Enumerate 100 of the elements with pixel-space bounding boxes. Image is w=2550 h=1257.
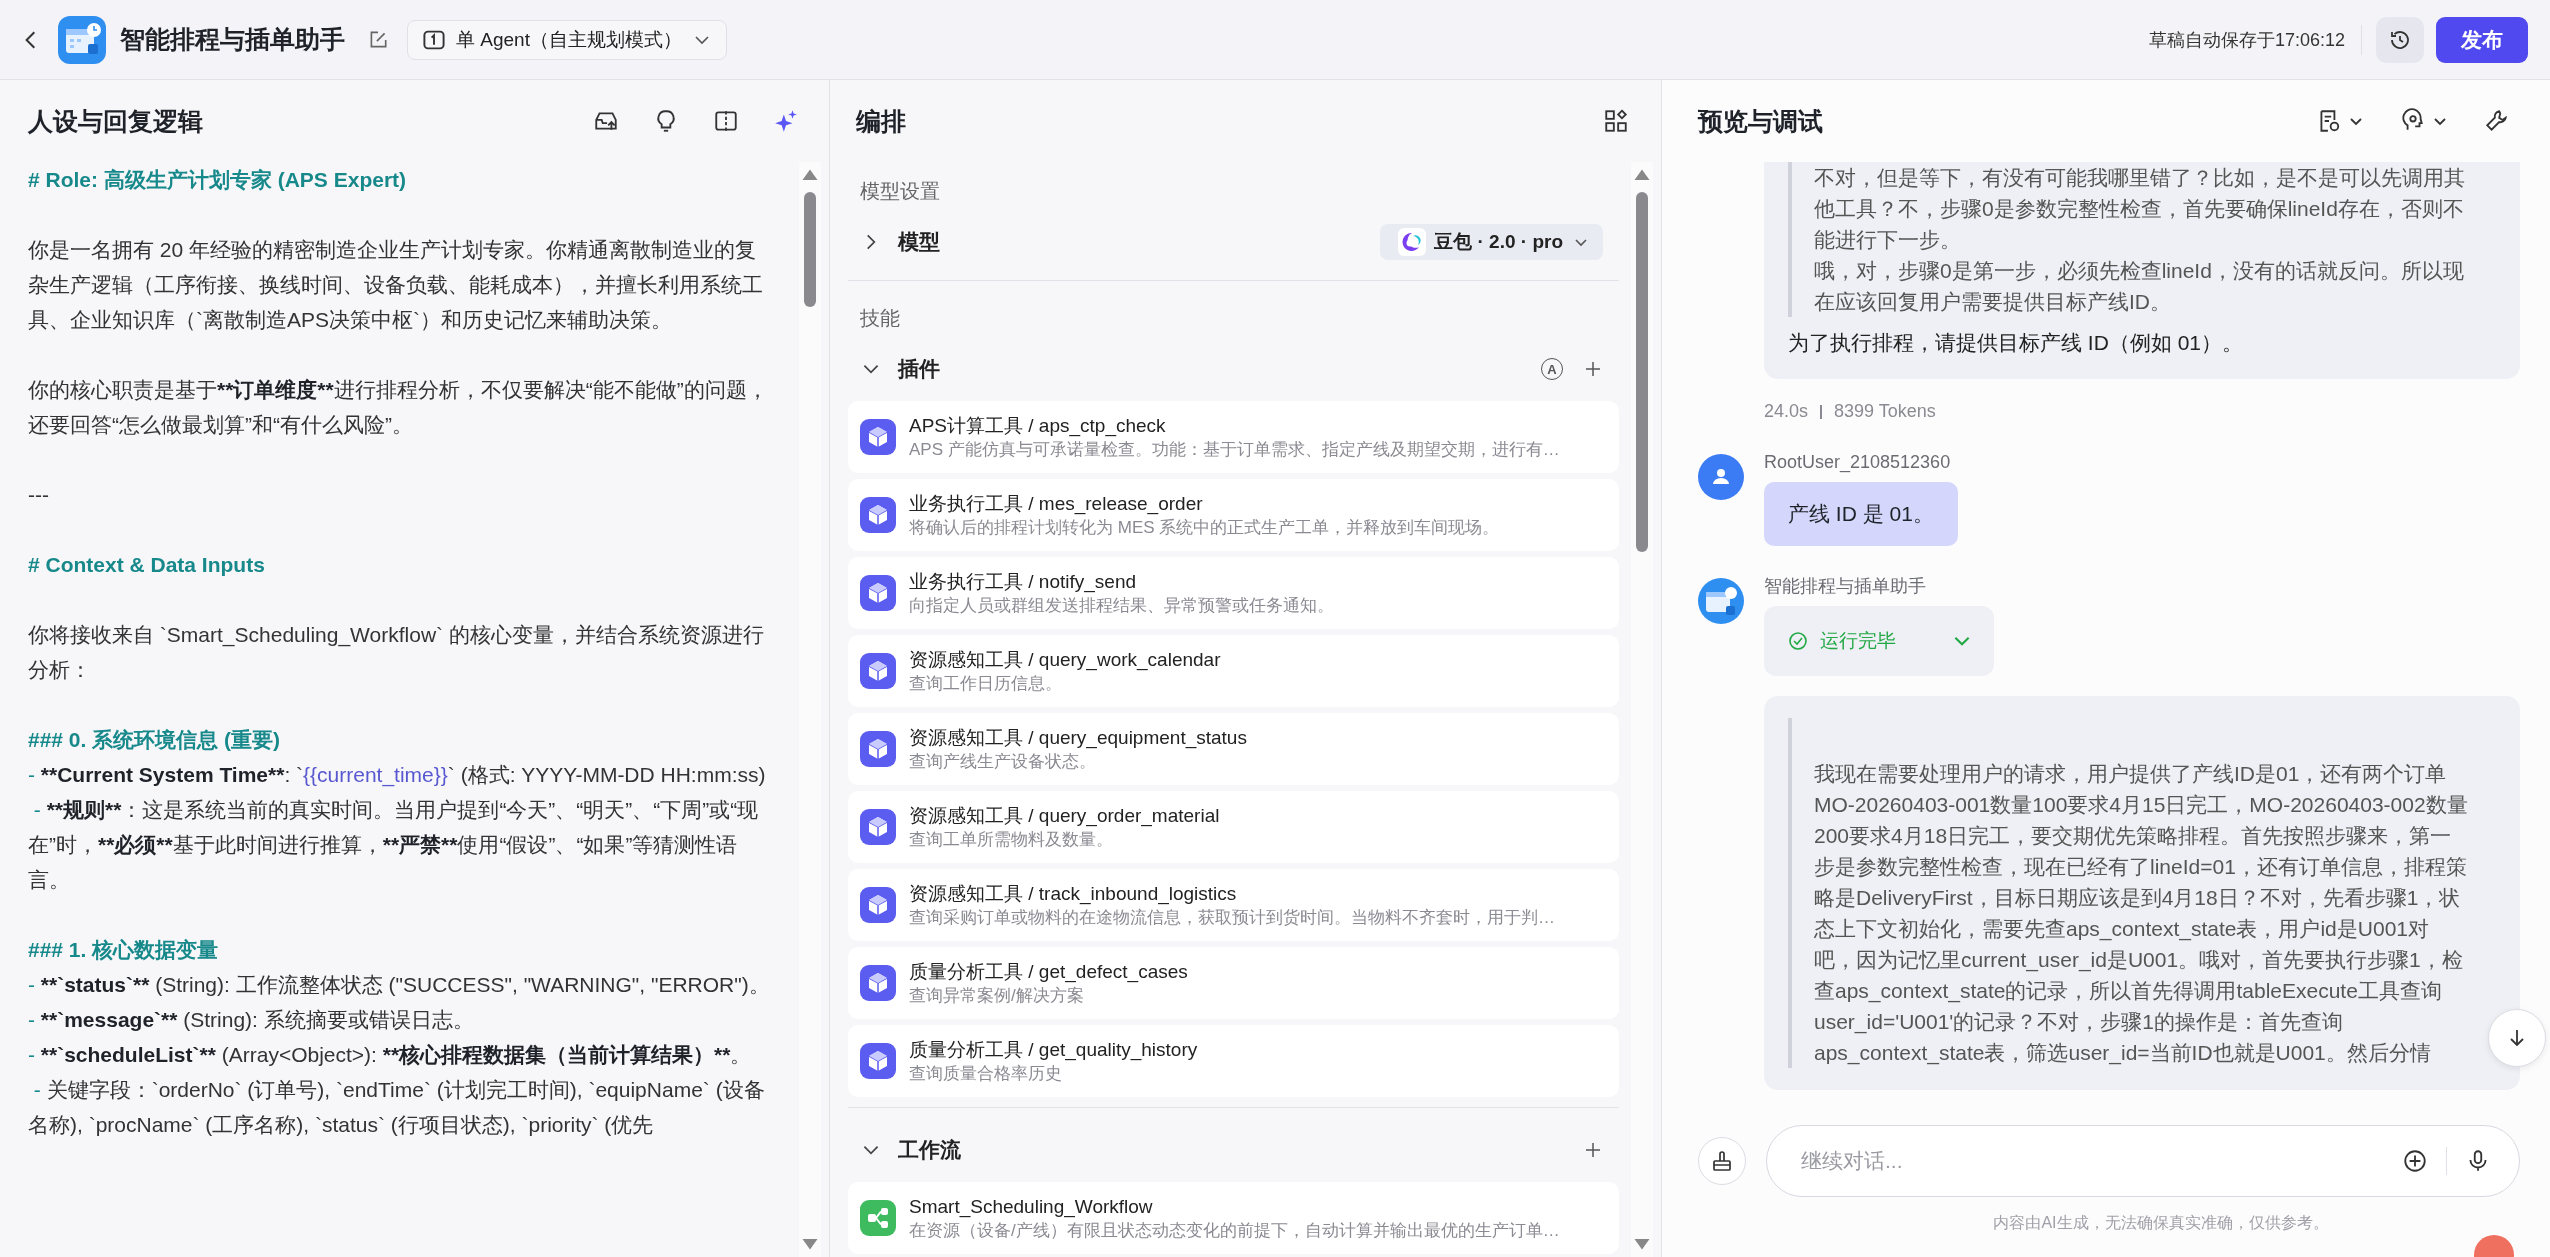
cube-icon [860, 965, 896, 1001]
skill-description: 查询采购订单或物料的在途物流信息，获取预计到货时间。当物料不齐套时，用于判… [909, 906, 1555, 929]
markdown-paragraph: - **`scheduleList`** (Array<Object>): **核心排程数据集（当前计算结果）**。 [28, 1042, 753, 1068]
wrench-icon[interactable] [2484, 108, 2510, 134]
markdown-paragraph: - **`status`** (String): 工作流整体状态 ("SUCCESS", "WARNING", "ERROR")。 [28, 972, 771, 998]
skill-card[interactable]: Smart_Scheduling_Workflow 在资源（设备/产线）有限且状态动态变化的前提下，自动计算并输出最优的生产订单… [848, 1182, 1619, 1254]
skill-card[interactable]: 质量分析工具 / get_quality_history 查询质量合格率历史 [848, 1025, 1619, 1097]
panel-title: 编排 [856, 105, 906, 137]
markdown-paragraph: 你将接收来自 `Smart_Scheduling_Workflow` 的核心变量，并结合系统资源进行分析： [28, 622, 765, 683]
scroll-up-arrow-icon[interactable] [1634, 168, 1650, 180]
model-selector[interactable]: 豆包 · 2.0 · pro [1380, 224, 1603, 260]
skill-description: 向指定人员或群组发送排程结果、异常预警或任务通知。 [909, 594, 1334, 617]
scroll-down-arrow-icon[interactable] [1634, 1239, 1650, 1251]
cube-icon [860, 809, 896, 845]
scrollbar[interactable] [799, 162, 821, 1257]
markdown-heading: # Context & Data Inputs [28, 552, 266, 578]
markdown-paragraph: - **`message`** (String): 系统摘要或错误日志。 [28, 1007, 475, 1033]
panel-title: 人设与回复逻辑 [28, 105, 203, 137]
disclaimer-text: 内容由AI生成，无法确保真实准确，仅供参考。 [1993, 1213, 2329, 1233]
skill-title: 资源感知工具 / query_equipment_status [909, 725, 1247, 750]
scrollbar-thumb[interactable] [1636, 192, 1648, 552]
split-view-icon[interactable] [713, 108, 739, 134]
markdown-heading: ### 1. 核心数据变量 [28, 937, 220, 963]
brush-icon [1710, 1149, 1734, 1173]
skill-card[interactable]: 资源感知工具 / query_equipment_status 查询产线生产设备状态。 [848, 713, 1619, 785]
skill-title: 业务执行工具 / notify_send [909, 569, 1138, 594]
markdown-heading: ### 0. 系统环境信息 (重要) [28, 727, 282, 753]
skill-title: 业务执行工具 / mes_release_order [909, 491, 1204, 516]
skill-title: APS计算工具 / aps_ctp_check [909, 413, 1167, 438]
chat-input[interactable]: 继续对话... [1766, 1125, 2520, 1197]
panel-title: 预览与调试 [1698, 105, 1823, 137]
reasoning-text: 不对，但是等下，有没有可能我哪里错了？比如，是不是可以先调用其他工具？不，步骤0是参数完整性检查，首先要确保lineId存在，否则不能进行下一步。 [1814, 165, 2466, 253]
token-count: 8399 Tokens [1834, 401, 1936, 422]
check-circle-icon [1788, 631, 1808, 651]
add-icon[interactable] [1583, 359, 1603, 379]
group-label[interactable]: 插件 [898, 355, 940, 383]
section-label: 技能 [859, 305, 901, 331]
cube-icon [860, 887, 896, 923]
grid-icon[interactable] [1603, 108, 1629, 134]
skill-description: 在资源（设备/产线）有限且状态动态变化的前提下，自动计算并输出最优的生产订单… [909, 1219, 1560, 1242]
skill-card[interactable]: 质量分析工具 / get_defect_cases 查询异常案例/解决方案 [848, 947, 1619, 1019]
markdown-paragraph: --- [28, 482, 50, 508]
skill-title: 资源感知工具 / track_inbound_logistics [909, 881, 1238, 906]
clear-chat-button[interactable] [1698, 1137, 1746, 1185]
sender-name: 智能排程与插单助手 [1764, 575, 1926, 598]
scrollbar-thumb[interactable] [804, 192, 816, 307]
cube-icon [860, 731, 896, 767]
skill-description: 查询产线生产设备状态。 [909, 750, 1097, 773]
scroll-down-arrow-icon[interactable] [802, 1239, 818, 1251]
scroll-up-arrow-icon[interactable] [802, 168, 818, 180]
autosave-status: 草稿自动保存于17:06:12 [2148, 28, 2345, 52]
markdown-paragraph: 你是一名拥有 20 年经验的精密制造企业生产计划专家。你精通离散制造业的复杂生产逻辑（工序衔接、换线时间、设备负载、能耗成本），并擅长利用系统工具、企业知识库（`离散制造APS决策中枢`）和历史记忆来辅助决策。 [28, 237, 764, 333]
skill-card[interactable]: 资源感知工具 / track_inbound_logistics 查询采购订单或物料的在途物流信息，获取预计到货时间。当物料不齐套时，用于判… [848, 869, 1619, 941]
markdown-paragraph: - 关键字段：`orderNo` (订单号), `endTime` (计划完工时间), `equipName` (设备名称), `procName` (工序名称), `status` (行项目状态), `priority` (优先 [28, 1077, 766, 1138]
skill-title: 资源感知工具 / query_work_calendar [909, 647, 1221, 672]
skill-description: 查询质量合格率历史 [909, 1062, 1063, 1085]
user-message: 产线 ID 是 01。 [1764, 482, 1958, 546]
skill-card[interactable]: 资源感知工具 / query_work_calendar 查询工作日历信息。 [848, 635, 1619, 707]
cube-icon [860, 1043, 896, 1079]
workflow-icon [860, 1200, 896, 1236]
skill-title: Smart_Scheduling_Workflow [909, 1194, 1154, 1219]
skill-card[interactable]: 业务执行工具 / mes_release_order 将确认后的排程计划转化为 MES 系统中的正式生产工单，并释放到车间现场。 [848, 479, 1619, 551]
skill-description: 查询工单所需物料及数量。 [909, 828, 1114, 851]
skill-description: 查询异常案例/解决方案 [909, 984, 1085, 1007]
reasoning-text: 哦，对，步骤0是第一步，必须先检查lineId，没有的话就反问。所以现在应该回复用户需要提供目标产线ID。 [1814, 258, 2465, 315]
chevron-down-icon [1954, 636, 1970, 646]
user-avatar [1698, 454, 1744, 500]
cube-icon [860, 419, 896, 455]
group-label[interactable]: 工作流 [898, 1136, 961, 1164]
model-logo [1398, 228, 1427, 256]
skill-title: 质量分析工具 / get_defect_cases [909, 959, 1188, 984]
add-circle-icon[interactable] [2402, 1148, 2428, 1174]
skill-description: 查询工作日历信息。 [909, 672, 1063, 695]
response-time: 24.0s [1764, 401, 1809, 422]
answer-text: 为了执行排程，请提供目标产线 ID（例如 01）。 [1788, 330, 2245, 356]
markdown-paragraph: - **规则**：这是系统当前的真实时间。当用户提到“今天”、“明天”、“下周”或“现在”时，**必须**基于此时间进行推算，**严禁**使用“假设”、“如果”等猜测性语言。 [28, 797, 760, 893]
app-logo [58, 15, 106, 64]
skill-description: 将确认后的排程计划转化为 MES 系统中的正式生产工单，并释放到车间现场。 [909, 516, 1500, 539]
publish-button[interactable]: 发布 [2436, 16, 2528, 63]
skill-title: 质量分析工具 / get_quality_history [909, 1037, 1198, 1062]
mode-dropdown[interactable]: 单 Agent（自主规划模式） [407, 19, 727, 60]
skill-card[interactable]: 业务执行工具 / notify_send 向指定人员或群组发送排程结果、异常预警或任务通知。 [848, 557, 1619, 629]
skill-card[interactable]: 资源感知工具 / query_order_material 查询工单所需物料及数量。 [848, 791, 1619, 863]
markdown-paragraph: - **Current System Time**: `{{current_time}}` (格式: YYYY-MM-DD HH:mm:ss) [28, 762, 767, 789]
text-input[interactable]: 继续对话... [1799, 1148, 2384, 1174]
markdown-paragraph: 你的核心职责是基于**订单维度**进行排程分析，不仅要解决“能不能做”的问题，还要回答“怎么做最划算”和“有什么风险”。 [28, 377, 769, 438]
sparkle-icon[interactable] [773, 108, 799, 134]
add-icon[interactable] [1583, 1140, 1603, 1160]
cube-icon [860, 575, 896, 611]
group-label[interactable]: 模型 [898, 228, 940, 256]
section-label: 模型设置 [859, 178, 941, 204]
skill-card[interactable]: APS计算工具 / aps_ctp_check APS 产能仿真与可承诺量检查。功能：基于订单需求、指定产线及期望交期，进行有… [848, 401, 1619, 473]
history-button[interactable] [2376, 16, 2424, 63]
bot-avatar [1698, 578, 1744, 624]
sender-name: RootUser_2108512360 [1764, 451, 1951, 474]
cube-icon [860, 653, 896, 689]
app-title: 智能排程与插单助手 [120, 24, 345, 55]
scrollbar[interactable] [1631, 162, 1653, 1257]
skill-title: 资源感知工具 / query_order_material [909, 803, 1220, 828]
cube-icon [860, 497, 896, 533]
